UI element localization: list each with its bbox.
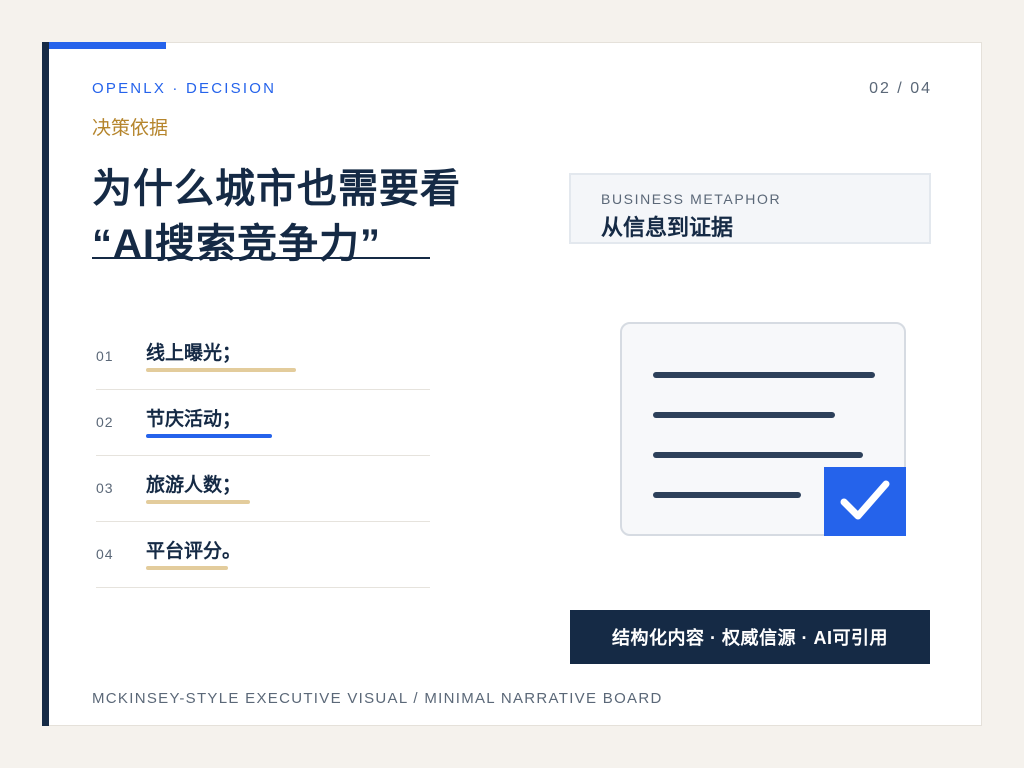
page-number: 02 / 04 [869, 80, 932, 97]
left-accent-bar [42, 42, 49, 726]
list-item: 02 节庆活动； [96, 390, 430, 456]
list-text: 平台评分。 [146, 541, 242, 562]
list-number: 03 [96, 480, 114, 496]
list-item: 01 线上曝光； [96, 324, 430, 390]
list-underline [146, 566, 228, 570]
list-item: 03 旅游人数； [96, 456, 430, 522]
brand-label: OPENLX · DECISION [92, 80, 277, 97]
document-line [653, 372, 875, 378]
list-item: 04 平台评分。 [96, 522, 430, 588]
tagline-banner: 结构化内容 · 权威信源 · AI可引用 [570, 610, 930, 664]
title-underline [92, 257, 430, 259]
list-number: 01 [96, 348, 114, 364]
list-underline [146, 368, 296, 372]
document-line [653, 492, 801, 498]
list-number: 02 [96, 414, 114, 430]
document-line [653, 412, 835, 418]
list-text: 节庆活动； [146, 409, 242, 430]
metaphor-label: BUSINESS METAPHOR [601, 191, 782, 207]
title-line-1: 为什么城市也需要看 [92, 167, 461, 211]
section-eyebrow: 决策依据 [92, 118, 169, 139]
document-line [653, 452, 863, 458]
check-icon [824, 467, 906, 536]
list-underline [146, 434, 272, 438]
list-underline [146, 500, 250, 504]
page-title: 为什么城市也需要看 “AI搜索竞争力” [92, 162, 461, 272]
metaphor-box: BUSINESS METAPHOR 从信息到证据 [569, 173, 931, 244]
top-accent-bar [49, 42, 166, 49]
list-number: 04 [96, 546, 114, 562]
list-text: 线上曝光； [146, 343, 242, 364]
title-line-2: “AI搜索竞争力” [92, 222, 381, 266]
footer-caption: MCKINSEY-STYLE EXECUTIVE VISUAL / MINIMA… [92, 690, 663, 707]
list-text: 旅游人数； [146, 475, 242, 496]
metaphor-title: 从信息到证据 [601, 215, 734, 240]
